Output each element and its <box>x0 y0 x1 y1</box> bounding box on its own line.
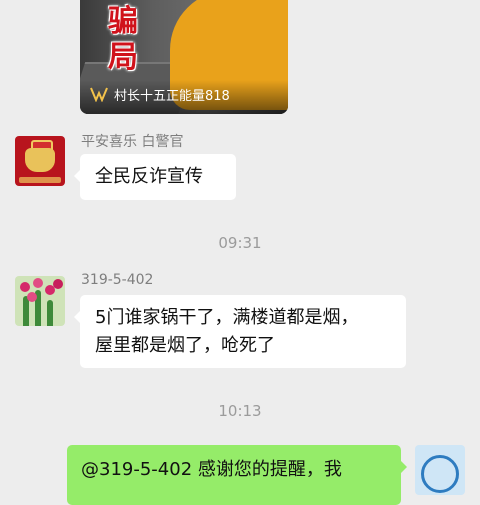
message-text: 全民反诈宣传 <box>95 166 203 187</box>
channel-name: 村长十五正能量818 <box>114 89 230 104</box>
message-bubble[interactable]: 5门谁家锅干了，满楼道都是烟， 屋里都是烟了，呛死了 <box>74 295 406 368</box>
avatar-319-5-402[interactable] <box>15 276 65 326</box>
avatar-pingan[interactable] <box>15 136 65 186</box>
own-message-bubble[interactable]: @319-5-402 感谢您的提醒，我 <box>67 445 407 505</box>
sender-name: 平安喜乐 白警官 <box>81 134 184 150</box>
message-text: @319-5-402 感谢您的提醒，我 <box>81 459 342 480</box>
message-bubble[interactable]: 全民反诈宣传 <box>74 154 236 200</box>
timestamp: 09:31 <box>218 234 262 252</box>
sender-name: 319-5-402 <box>81 272 154 288</box>
message-text-line: 5门谁家锅干了，满楼道都是烟， <box>95 307 359 328</box>
timestamp: 10:13 <box>218 402 262 420</box>
video-overlay-text-2: 局 <box>108 40 138 75</box>
message-text-line: 屋里都是烟了，呛死了 <box>95 335 275 356</box>
video-message-card[interactable]: 骗 局 村长十五正能量818 <box>80 0 288 114</box>
avatar-self[interactable] <box>415 445 465 495</box>
channels-icon <box>90 86 108 103</box>
